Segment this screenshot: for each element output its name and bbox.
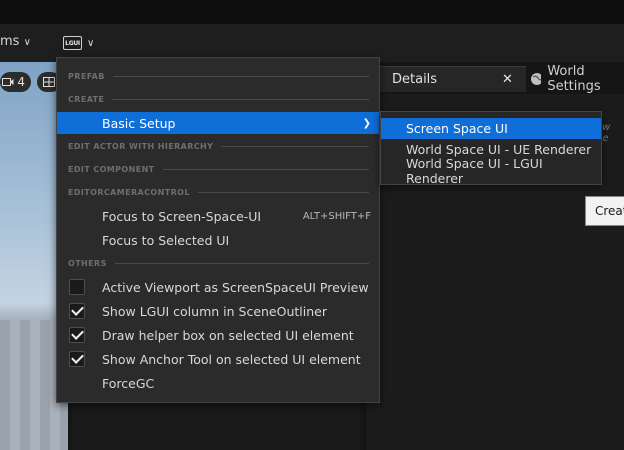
chevron-right-icon: ❯: [362, 117, 371, 129]
option-label: Active Viewport as ScreenSpaceUI Preview: [102, 279, 369, 295]
chevron-down-icon: ∨: [23, 37, 31, 48]
grid-icon: [43, 77, 55, 87]
menu-item-show-anchor-tool[interactable]: Show Anchor Tool on selected UI element: [57, 348, 379, 370]
tab-details[interactable]: Details ✕: [380, 66, 526, 92]
submenu-item-label: World Space UI - LGUI Renderer: [406, 155, 543, 186]
menu-item-active-viewport-preview[interactable]: Active Viewport as ScreenSpaceUI Preview: [57, 276, 379, 298]
tooltip: Creat: [585, 196, 624, 226]
title-strip: [0, 0, 624, 24]
details-tab-label: Details: [392, 72, 438, 87]
section-edit-actor-label: EDIT ACTOR WITH HIERARCHY: [68, 141, 214, 151]
basic-setup-submenu: Screen Space UI World Space UI - UE Rend…: [380, 111, 602, 186]
lgui-dropdown-menu: PREFAB CREATE Basic Setup ❯ EDIT ACTOR W…: [56, 57, 380, 403]
checkbox-checked[interactable]: [69, 303, 85, 319]
section-edit-component: EDIT COMPONENT: [68, 163, 369, 175]
menu-item-focus-selected[interactable]: Focus to Selected UI: [57, 229, 379, 251]
checkmark-icon: [70, 327, 84, 340]
checkbox-unchecked[interactable]: [69, 279, 85, 295]
menu-item-draw-helper-box[interactable]: Draw helper box on selected UI element: [57, 324, 379, 346]
section-editor-camera-label: EDITORCAMERACONTROL: [68, 187, 190, 197]
focus-screen-space-label: Focus to Screen-Space-UI: [102, 208, 262, 224]
tab-world-settings[interactable]: World Settings: [530, 64, 624, 94]
section-others: OTHERS: [68, 257, 369, 269]
checkmark-icon: [70, 351, 84, 364]
section-divider: [112, 98, 369, 100]
checkmark-icon: [70, 303, 84, 316]
section-prefab: PREFAB: [68, 70, 369, 82]
toolbar-items-label: ms: [0, 34, 20, 49]
section-divider: [221, 145, 369, 147]
menu-item-focus-screen-space[interactable]: Focus to Screen-Space-UI ALT+SHIFT+F: [57, 205, 379, 227]
section-divider: [114, 262, 369, 264]
shortcut-label: ALT+SHIFT+F: [302, 210, 371, 222]
chevron-down-icon: ∨: [87, 37, 95, 49]
close-icon[interactable]: ✕: [502, 72, 513, 87]
section-edit-component-label: EDIT COMPONENT: [68, 164, 155, 174]
globe-icon: [531, 73, 542, 85]
section-create-label: CREATE: [68, 94, 105, 104]
camera-speed-value: 4: [17, 75, 25, 89]
option-label: Show Anchor Tool on selected UI element: [102, 351, 361, 367]
section-edit-actor: EDIT ACTOR WITH HIERARCHY: [68, 140, 369, 152]
submenu-item-world-space-lgui[interactable]: World Space UI - LGUI Renderer: [381, 156, 601, 186]
menu-item-show-lgui-column[interactable]: Show LGUI column in SceneOutliner: [57, 300, 379, 322]
force-gc-label: ForceGC: [102, 375, 155, 391]
section-editor-camera: EDITORCAMERACONTROL: [68, 186, 369, 198]
submenu-item-screen-space-ui[interactable]: Screen Space UI: [381, 118, 601, 139]
camera-speed-button[interactable]: 4: [0, 72, 31, 92]
outliner-content: [72, 400, 360, 450]
section-divider: [162, 168, 369, 170]
section-others-label: OTHERS: [68, 258, 107, 268]
checkbox-checked[interactable]: [69, 351, 85, 367]
menu-item-basic-setup[interactable]: Basic Setup ❯: [57, 112, 379, 134]
section-divider: [112, 75, 369, 77]
option-label: Show LGUI column in SceneOutliner: [102, 303, 327, 319]
section-divider: [197, 191, 369, 193]
section-create: CREATE: [68, 93, 369, 105]
toolbar-items-button[interactable]: ms ∨: [0, 34, 31, 49]
checkbox-checked[interactable]: [69, 327, 85, 343]
basic-setup-label: Basic Setup: [102, 115, 176, 131]
section-prefab-label: PREFAB: [68, 71, 105, 81]
lgui-logo-icon: LGUI: [63, 36, 82, 50]
submenu-item-label: Screen Space UI: [406, 121, 508, 136]
world-settings-tab-label: World Settings: [547, 64, 601, 94]
menu-item-force-gc[interactable]: ForceGC: [57, 372, 379, 394]
focus-selected-label: Focus to Selected UI: [102, 232, 230, 248]
camera-icon: [2, 78, 14, 86]
option-label: Draw helper box on selected UI element: [102, 327, 354, 343]
lgui-toolbar-button[interactable]: LGUI ∨: [63, 33, 94, 53]
